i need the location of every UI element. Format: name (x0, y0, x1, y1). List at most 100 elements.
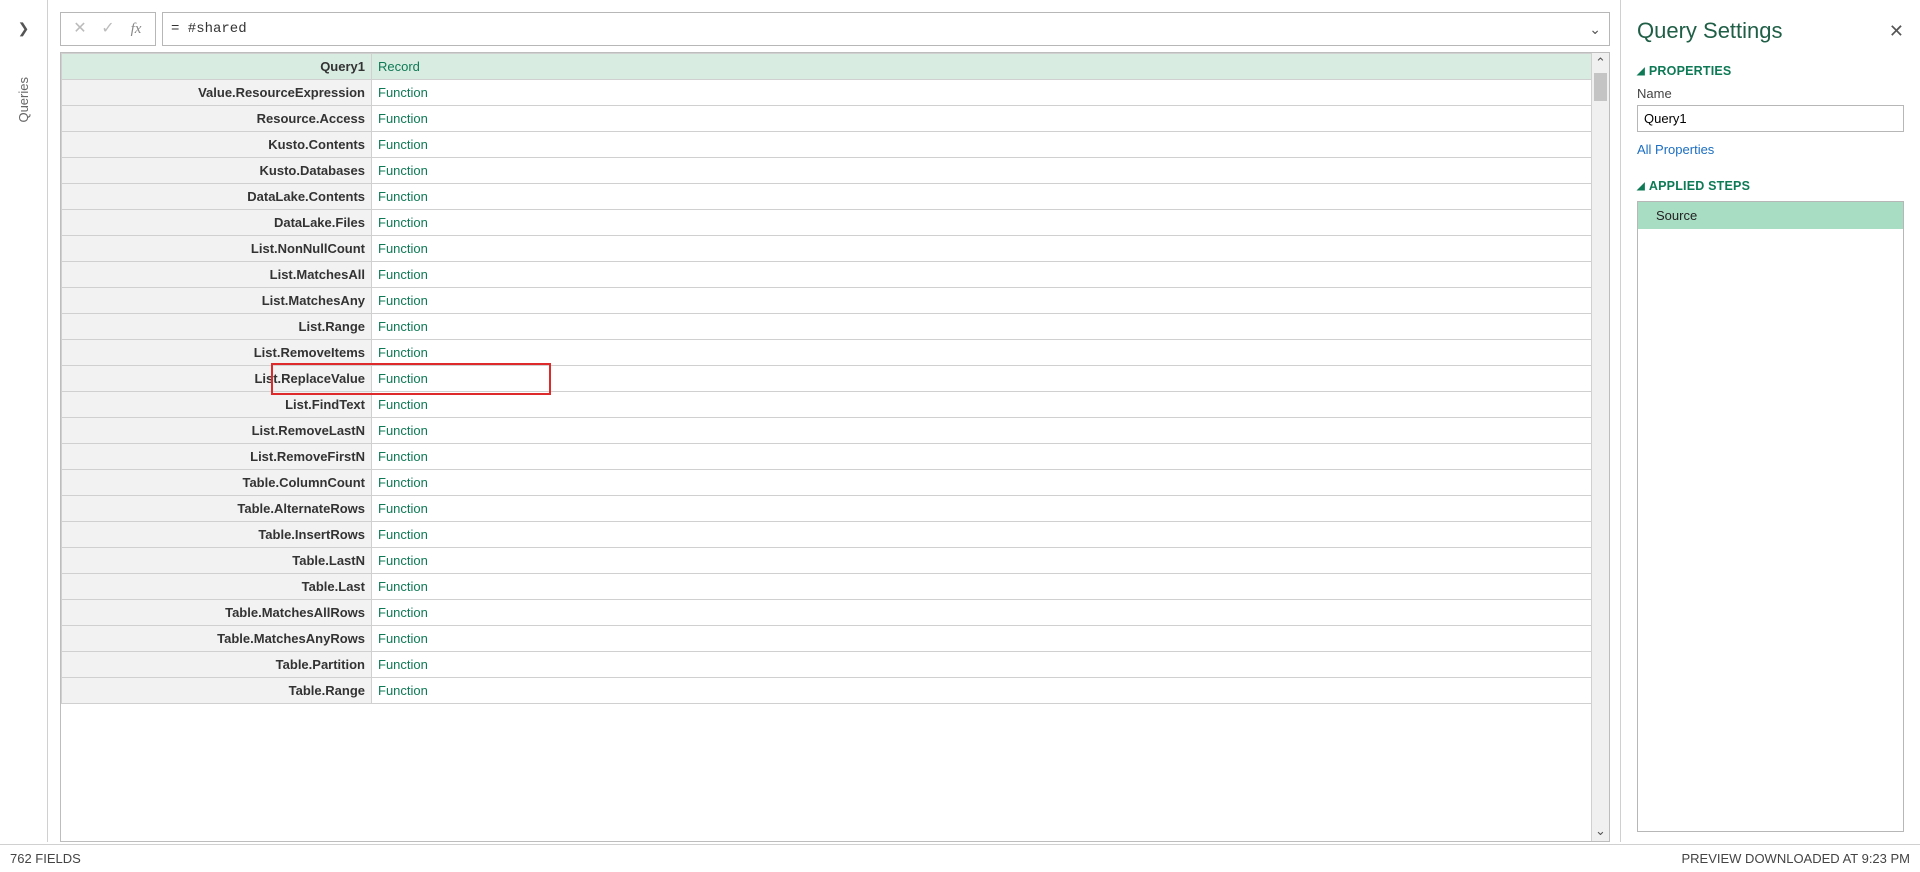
field-value-cell[interactable]: Function (372, 574, 1609, 600)
field-name-cell[interactable]: List.RemoveLastN (62, 418, 372, 444)
field-value-cell[interactable]: Function (372, 522, 1609, 548)
table-row[interactable]: List.RemoveFirstNFunction (62, 444, 1609, 470)
field-name-cell[interactable]: Table.MatchesAnyRows (62, 626, 372, 652)
field-value-cell[interactable]: Function (372, 418, 1609, 444)
table-row[interactable]: List.RangeFunction (62, 314, 1609, 340)
formula-dropdown-icon[interactable]: ⌄ (1583, 21, 1601, 38)
caret-down-icon: ◢ (1637, 181, 1645, 192)
field-value-cell[interactable]: Function (372, 600, 1609, 626)
scroll-thumb[interactable] (1594, 73, 1607, 101)
table-row[interactable]: Kusto.DatabasesFunction (62, 158, 1609, 184)
field-value-cell[interactable]: Function (372, 288, 1609, 314)
table-row[interactable]: Table.RangeFunction (62, 678, 1609, 704)
table-row[interactable]: List.RemoveLastNFunction (62, 418, 1609, 444)
field-value-cell[interactable]: Function (372, 262, 1609, 288)
table-row[interactable]: List.NonNullCountFunction (62, 236, 1609, 262)
table-row[interactable]: List.ReplaceValueFunction (62, 366, 1609, 392)
field-value-cell[interactable]: Function (372, 132, 1609, 158)
field-name-cell[interactable]: Kusto.Contents (62, 132, 372, 158)
field-name-cell[interactable]: Table.MatchesAllRows (62, 600, 372, 626)
field-value-cell[interactable]: Function (372, 158, 1609, 184)
table-row[interactable]: Table.MatchesAnyRowsFunction (62, 626, 1609, 652)
field-value-cell[interactable]: Function (372, 184, 1609, 210)
properties-section-label[interactable]: ◢ PROPERTIES (1637, 64, 1904, 78)
vertical-scrollbar[interactable]: ⌃ ⌄ (1591, 53, 1609, 841)
field-name-cell[interactable]: Table.InsertRows (62, 522, 372, 548)
field-name-cell[interactable]: List.RemoveFirstN (62, 444, 372, 470)
field-value-cell[interactable]: Function (372, 314, 1609, 340)
field-name-cell[interactable]: Resource.Access (62, 106, 372, 132)
scroll-track[interactable] (1592, 73, 1609, 821)
field-value-cell[interactable]: Function (372, 678, 1609, 704)
field-name-cell[interactable]: List.MatchesAll (62, 262, 372, 288)
field-value-cell[interactable]: Function (372, 470, 1609, 496)
applied-step[interactable]: Source (1638, 202, 1903, 229)
field-name-cell[interactable]: List.ReplaceValue (62, 366, 372, 392)
field-name-cell[interactable]: DataLake.Contents (62, 184, 372, 210)
field-name-cell[interactable]: Table.LastN (62, 548, 372, 574)
field-name-cell[interactable]: DataLake.Files (62, 210, 372, 236)
table-row[interactable]: Table.PartitionFunction (62, 652, 1609, 678)
applied-steps-section-label[interactable]: ◢ APPLIED STEPS (1637, 179, 1904, 193)
field-value-cell[interactable]: Function (372, 340, 1609, 366)
record-type-cell[interactable]: Record (372, 54, 1609, 80)
queries-rail: ❯ Queries (0, 0, 48, 842)
query-name-input[interactable] (1637, 105, 1904, 132)
table-row[interactable]: Table.LastFunction (62, 574, 1609, 600)
field-name-cell[interactable]: Table.Range (62, 678, 372, 704)
formula-input-wrap: ⌄ (162, 12, 1610, 46)
field-name-cell[interactable]: List.MatchesAny (62, 288, 372, 314)
table-row[interactable]: List.MatchesAllFunction (62, 262, 1609, 288)
table-row[interactable]: DataLake.FilesFunction (62, 210, 1609, 236)
field-value-cell[interactable]: Function (372, 236, 1609, 262)
close-settings-icon[interactable]: ✕ (1889, 22, 1904, 40)
field-value-cell[interactable]: Function (372, 392, 1609, 418)
field-name-cell[interactable]: List.NonNullCount (62, 236, 372, 262)
caret-down-icon: ◢ (1637, 66, 1645, 77)
name-label: Name (1637, 86, 1904, 101)
table-row[interactable]: Resource.AccessFunction (62, 106, 1609, 132)
field-name-cell[interactable]: Table.ColumnCount (62, 470, 372, 496)
queries-rail-label: Queries (16, 77, 31, 123)
settings-header: Query Settings ✕ (1637, 18, 1904, 44)
table-header-row[interactable]: Query1Record (62, 54, 1609, 80)
table-row[interactable]: Table.InsertRowsFunction (62, 522, 1609, 548)
field-name-cell[interactable]: Table.Last (62, 574, 372, 600)
table-row[interactable]: Kusto.ContentsFunction (62, 132, 1609, 158)
field-name-cell[interactable]: List.RemoveItems (62, 340, 372, 366)
field-name-cell[interactable]: Table.Partition (62, 652, 372, 678)
scroll-up-icon[interactable]: ⌃ (1592, 53, 1609, 73)
field-name-cell[interactable]: List.Range (62, 314, 372, 340)
formula-input[interactable] (171, 21, 1583, 37)
scroll-down-icon[interactable]: ⌄ (1592, 821, 1609, 841)
table-row[interactable]: Table.ColumnCountFunction (62, 470, 1609, 496)
field-value-cell[interactable]: Function (372, 652, 1609, 678)
all-properties-link[interactable]: All Properties (1637, 142, 1904, 157)
field-value-cell[interactable]: Function (372, 210, 1609, 236)
field-value-cell[interactable]: Function (372, 496, 1609, 522)
table-row[interactable]: Table.AlternateRowsFunction (62, 496, 1609, 522)
field-name-cell[interactable]: Table.AlternateRows (62, 496, 372, 522)
field-name-cell[interactable]: List.FindText (62, 392, 372, 418)
table-row[interactable]: Table.MatchesAllRowsFunction (62, 600, 1609, 626)
cancel-formula-icon[interactable]: ✕ (71, 21, 89, 37)
expand-queries-icon[interactable]: ❯ (18, 20, 30, 37)
field-value-cell[interactable]: Function (372, 548, 1609, 574)
field-value-cell[interactable]: Function (372, 80, 1609, 106)
field-value-cell[interactable]: Function (372, 444, 1609, 470)
table-row[interactable]: List.MatchesAnyFunction (62, 288, 1609, 314)
table-row[interactable]: List.RemoveItemsFunction (62, 340, 1609, 366)
field-name-cell[interactable]: Value.ResourceExpression (62, 80, 372, 106)
record-name-cell[interactable]: Query1 (62, 54, 372, 80)
fx-icon[interactable]: fx (127, 22, 145, 37)
applied-steps-label-text: APPLIED STEPS (1649, 179, 1750, 193)
table-row[interactable]: DataLake.ContentsFunction (62, 184, 1609, 210)
field-value-cell[interactable]: Function (372, 366, 1609, 392)
table-row[interactable]: Value.ResourceExpressionFunction (62, 80, 1609, 106)
table-row[interactable]: List.FindTextFunction (62, 392, 1609, 418)
accept-formula-icon[interactable]: ✓ (99, 21, 117, 37)
field-name-cell[interactable]: Kusto.Databases (62, 158, 372, 184)
field-value-cell[interactable]: Function (372, 106, 1609, 132)
table-row[interactable]: Table.LastNFunction (62, 548, 1609, 574)
field-value-cell[interactable]: Function (372, 626, 1609, 652)
